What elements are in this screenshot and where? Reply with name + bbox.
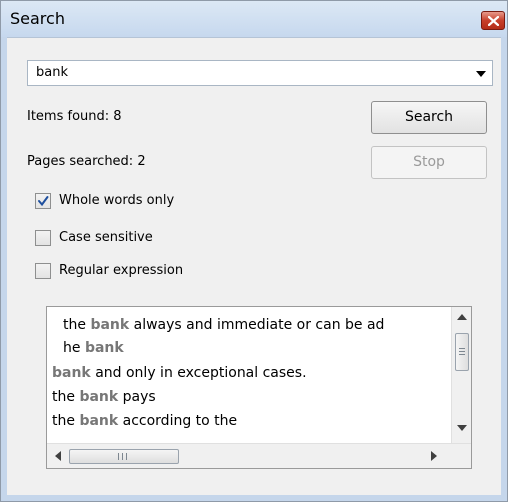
items-found-count: 8 bbox=[113, 109, 122, 124]
result-line[interactable]: the bank always and immediate or can be … bbox=[63, 317, 384, 333]
close-icon bbox=[488, 16, 499, 26]
search-query-combobox[interactable]: bank bbox=[27, 60, 493, 86]
grip-icon bbox=[459, 354, 465, 355]
result-text-before: the bbox=[63, 317, 91, 333]
result-line[interactable]: he bank bbox=[63, 340, 124, 356]
window-frame-bottom bbox=[1, 495, 507, 501]
regular-expression-label[interactable]: Regular expression bbox=[59, 263, 183, 278]
checkmark-icon bbox=[38, 196, 49, 207]
result-match: bank bbox=[52, 365, 91, 381]
result-line[interactable]: the bank according to the bbox=[52, 413, 237, 429]
whole-words-checkbox[interactable] bbox=[35, 193, 51, 209]
result-match: bank bbox=[79, 389, 119, 405]
case-sensitive-checkbox[interactable] bbox=[35, 230, 51, 246]
pages-searched-count: 2 bbox=[137, 154, 146, 169]
result-match: bank bbox=[84, 340, 124, 356]
whole-words-label[interactable]: Whole words only bbox=[59, 193, 174, 208]
pages-searched-caption: Pages searched: bbox=[27, 154, 134, 169]
stop-button[interactable]: Stop bbox=[371, 146, 487, 179]
window-title: Search bbox=[10, 9, 65, 28]
result-match: bank bbox=[90, 317, 130, 333]
title-bar[interactable]: Search bbox=[1, 1, 507, 38]
result-text-before: the bbox=[52, 389, 80, 405]
arrow-down-icon[interactable] bbox=[457, 425, 467, 431]
pages-searched-label: Pages searched: 2 bbox=[27, 154, 146, 169]
case-sensitive-label[interactable]: Case sensitive bbox=[59, 230, 153, 245]
window-frame-right bbox=[501, 37, 507, 501]
items-found-caption: Items found: bbox=[27, 109, 110, 124]
arrow-left-icon[interactable] bbox=[55, 451, 61, 461]
window-frame-left bbox=[1, 37, 7, 501]
search-button[interactable]: Search bbox=[371, 101, 487, 134]
chevron-down-icon[interactable] bbox=[476, 71, 486, 77]
result-text-after: pays bbox=[118, 389, 156, 405]
grip-icon bbox=[459, 348, 465, 349]
horizontal-scroll-thumb[interactable] bbox=[69, 449, 179, 464]
horizontal-scrollbar[interactable] bbox=[47, 443, 471, 468]
result-text-before: the bbox=[52, 413, 80, 429]
items-found-label: Items found: 8 bbox=[27, 109, 122, 124]
grip-icon bbox=[126, 453, 127, 460]
grip-icon bbox=[122, 453, 123, 460]
close-button[interactable] bbox=[481, 11, 505, 30]
result-text-after: according to the bbox=[118, 413, 238, 429]
search-query-value: bank bbox=[36, 65, 68, 80]
result-line[interactable]: the bank pays bbox=[52, 389, 156, 405]
regular-expression-checkbox[interactable] bbox=[35, 263, 51, 279]
result-text-after: and only in exceptional cases. bbox=[90, 365, 307, 381]
grip-icon bbox=[459, 351, 465, 352]
arrow-up-icon[interactable] bbox=[457, 314, 467, 320]
results-list[interactable]: the bank always and immediate or can be … bbox=[46, 306, 472, 469]
result-match: bank bbox=[79, 413, 119, 429]
result-line[interactable]: bank and only in exceptional cases. bbox=[52, 365, 307, 381]
result-text-after: always and immediate or can be ad bbox=[129, 317, 385, 333]
result-text-before: he bbox=[63, 340, 85, 356]
vertical-scroll-thumb[interactable] bbox=[455, 333, 469, 371]
grip-icon bbox=[118, 453, 119, 460]
vertical-scrollbar[interactable] bbox=[451, 307, 471, 443]
arrow-right-icon[interactable] bbox=[431, 451, 437, 461]
